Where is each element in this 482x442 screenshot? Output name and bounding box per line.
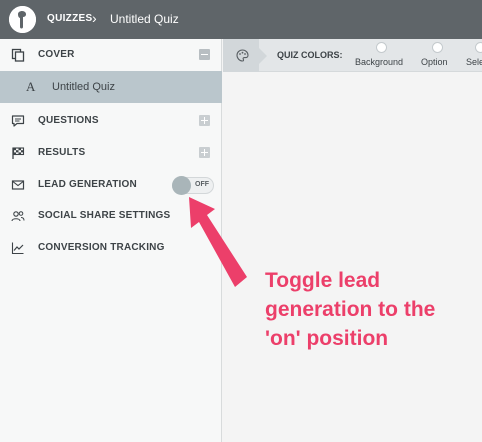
- logo-glyph: [9, 6, 36, 33]
- comment-icon: [11, 115, 25, 127]
- background-color-swatch[interactable]: [376, 42, 387, 53]
- sidebar-item-label: RESULTS: [38, 147, 86, 158]
- quiz-canvas: [223, 73, 482, 442]
- sidebar-item-questions[interactable]: QUESTIONS: [0, 105, 222, 137]
- selected-color-label: Sele: [466, 57, 482, 67]
- sidebar-item-results[interactable]: RESULTS: [0, 137, 222, 169]
- sidebar-item-label: COVER: [38, 49, 75, 60]
- text-letter-icon: A: [26, 79, 36, 94]
- top-bar: QUIZZES › Untitled Quiz: [0, 0, 482, 39]
- collapse-icon[interactable]: [199, 49, 210, 60]
- flag-icon: [12, 147, 25, 159]
- selected-color-swatch[interactable]: [475, 42, 482, 53]
- breadcrumb-quizzes[interactable]: QUIZZES: [47, 13, 92, 24]
- breadcrumb-current: Untitled Quiz: [110, 12, 179, 26]
- add-result-icon[interactable]: [199, 147, 210, 158]
- sidebar-item-label: SOCIAL SHARE SETTINGS: [38, 210, 171, 221]
- copy-icon: [11, 48, 25, 62]
- sidebar-item-label: QUESTIONS: [38, 115, 99, 126]
- palette-icon: [236, 49, 249, 62]
- envelope-icon: [11, 180, 25, 190]
- annotation-arrow-icon: [189, 197, 247, 287]
- sidebar-item-label: LEAD GENERATION: [38, 179, 137, 190]
- sidebar-item-label: CONVERSION TRACKING: [38, 242, 165, 253]
- sidebar-item-cover[interactable]: COVER: [0, 39, 222, 71]
- lead-generation-toggle[interactable]: OFF: [172, 176, 214, 195]
- palette-button[interactable]: [223, 39, 267, 72]
- toggle-knob[interactable]: [172, 176, 191, 195]
- chevron-right-icon: ›: [92, 10, 97, 26]
- cover-sub-item-label: Untitled Quiz: [52, 81, 115, 93]
- line-chart-icon: [11, 242, 24, 255]
- cover-sub-item[interactable]: A Untitled Quiz: [0, 71, 222, 103]
- quiz-colors-label: QUIZ COLORS:: [277, 50, 343, 60]
- logo-icon[interactable]: [9, 6, 36, 33]
- toggle-state-label: OFF: [195, 181, 209, 188]
- annotation-callout: Toggle lead generation to the 'on' posit…: [265, 269, 436, 350]
- option-color-swatch[interactable]: [432, 42, 443, 53]
- background-color-label: Background: [355, 57, 404, 67]
- users-icon: [11, 211, 25, 222]
- quiz-colors-bar: QUIZ COLORS: Background Option Sele: [223, 39, 482, 72]
- add-question-icon[interactable]: [199, 115, 210, 126]
- option-color-label: Option: [421, 57, 448, 67]
